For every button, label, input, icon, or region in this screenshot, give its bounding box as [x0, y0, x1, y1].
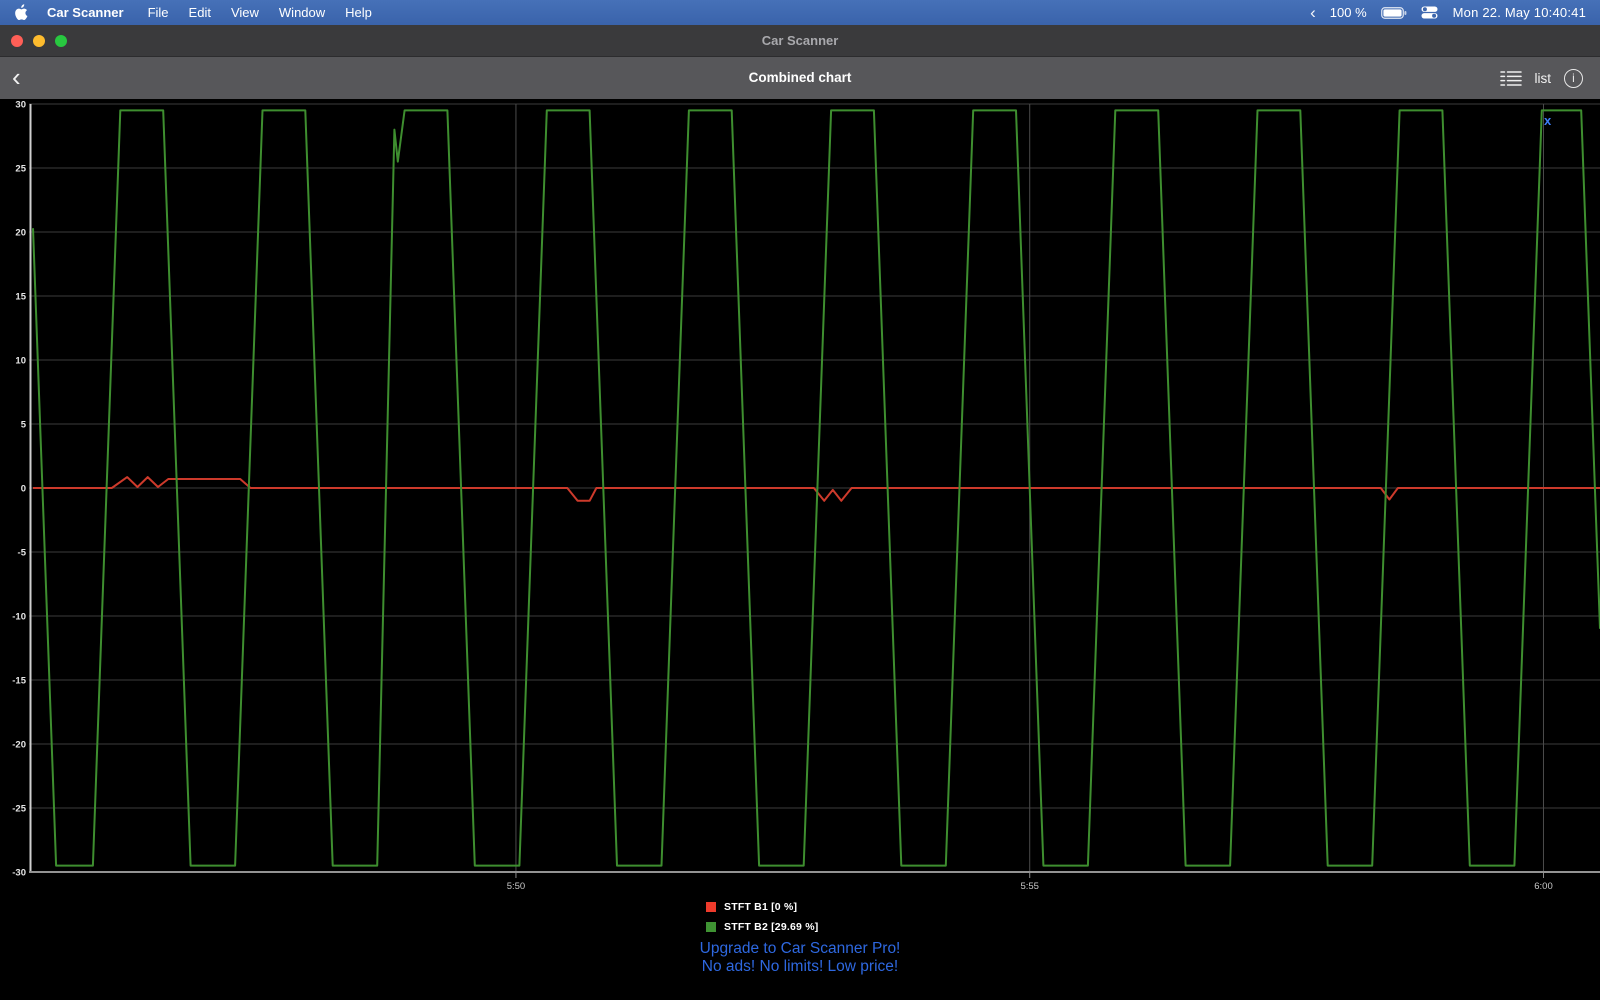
svg-text:25: 25	[15, 164, 26, 175]
svg-text:-20: -20	[12, 740, 26, 751]
upgrade-link-line1[interactable]: Upgrade to Car Scanner Pro!	[0, 940, 1600, 958]
minimize-window-button[interactable]	[33, 35, 45, 47]
svg-text:5: 5	[21, 420, 27, 431]
traffic-lights	[11, 35, 67, 47]
svg-text:6:00: 6:00	[1534, 881, 1553, 892]
chart-svg: -30 -25 -20 -15 -10 -5 0 5 10 15 20 25 30 5:50 5:55 6:0…	[0, 99, 1600, 895]
window-title: Car Scanner	[0, 25, 1600, 56]
battery-percentage: 100 %	[1330, 5, 1367, 20]
menu-help[interactable]: Help	[345, 5, 372, 20]
list-icon[interactable]	[1500, 70, 1522, 87]
svg-text:-25: -25	[12, 804, 26, 815]
legend-swatch-red	[706, 902, 716, 912]
upgrade-link-line2[interactable]: No ads! No limits! Low price!	[0, 958, 1600, 976]
legend-swatch-green	[706, 922, 716, 932]
app-toolbar: ‹ Combined chart list i	[0, 57, 1600, 99]
svg-text:0: 0	[21, 484, 26, 495]
svg-text:10: 10	[15, 356, 26, 367]
page-title: Combined chart	[0, 57, 1600, 99]
zoom-window-button[interactable]	[55, 35, 67, 47]
combined-chart: -30 -25 -20 -15 -10 -5 0 5 10 15 20 25 30 5:50 5:55 6:0…	[0, 99, 1600, 895]
svg-text:5:55: 5:55	[1020, 881, 1039, 892]
svg-text:-10: -10	[12, 612, 26, 623]
battery-icon[interactable]	[1381, 7, 1407, 19]
menubar-menus: File Edit View Window Help	[148, 5, 372, 20]
close-window-button[interactable]	[11, 35, 23, 47]
upgrade-promo: Upgrade to Car Scanner Pro! No ads! No l…	[0, 940, 1600, 975]
svg-text:-15: -15	[12, 676, 26, 687]
legend-label: STFT B1 [0 %]	[724, 901, 797, 913]
menu-file[interactable]: File	[148, 5, 169, 20]
legend-label: STFT B2 [29.69 %]	[724, 921, 818, 933]
apple-menu-icon[interactable]	[14, 4, 29, 21]
menu-view[interactable]: View	[231, 5, 259, 20]
window-titlebar: Car Scanner	[0, 25, 1600, 57]
menubar-clock[interactable]: Mon 22. May 10:40:41	[1453, 5, 1586, 20]
list-button-label[interactable]: list	[1535, 71, 1552, 86]
svg-text:15: 15	[15, 292, 26, 303]
chart-close-button[interactable]: x	[1544, 113, 1551, 128]
control-center-icon[interactable]	[1421, 6, 1439, 19]
menu-edit[interactable]: Edit	[189, 5, 211, 20]
info-icon[interactable]: i	[1564, 69, 1583, 88]
chart-legend: STFT B1 [0 %] STFT B2 [29.69 %]	[706, 897, 818, 937]
svg-text:-30: -30	[12, 868, 26, 879]
menubar-app-name[interactable]: Car Scanner	[47, 5, 124, 20]
svg-text:5:50: 5:50	[507, 881, 526, 892]
legend-item-stft-b1: STFT B1 [0 %]	[706, 897, 818, 917]
back-chevron-icon[interactable]: ‹	[12, 61, 21, 93]
svg-text:30: 30	[15, 100, 26, 111]
svg-text:-5: -5	[18, 548, 27, 559]
menubar-collapse-chevron-icon[interactable]: ‹	[1310, 4, 1316, 21]
menubar-status-area: ‹ 100 % Mon 22. May 10:40:41	[1310, 4, 1586, 21]
menu-window[interactable]: Window	[279, 5, 325, 20]
menubar: Car Scanner File Edit View Window Help ‹…	[0, 0, 1600, 25]
legend-item-stft-b2: STFT B2 [29.69 %]	[706, 917, 818, 937]
svg-text:20: 20	[15, 228, 26, 239]
